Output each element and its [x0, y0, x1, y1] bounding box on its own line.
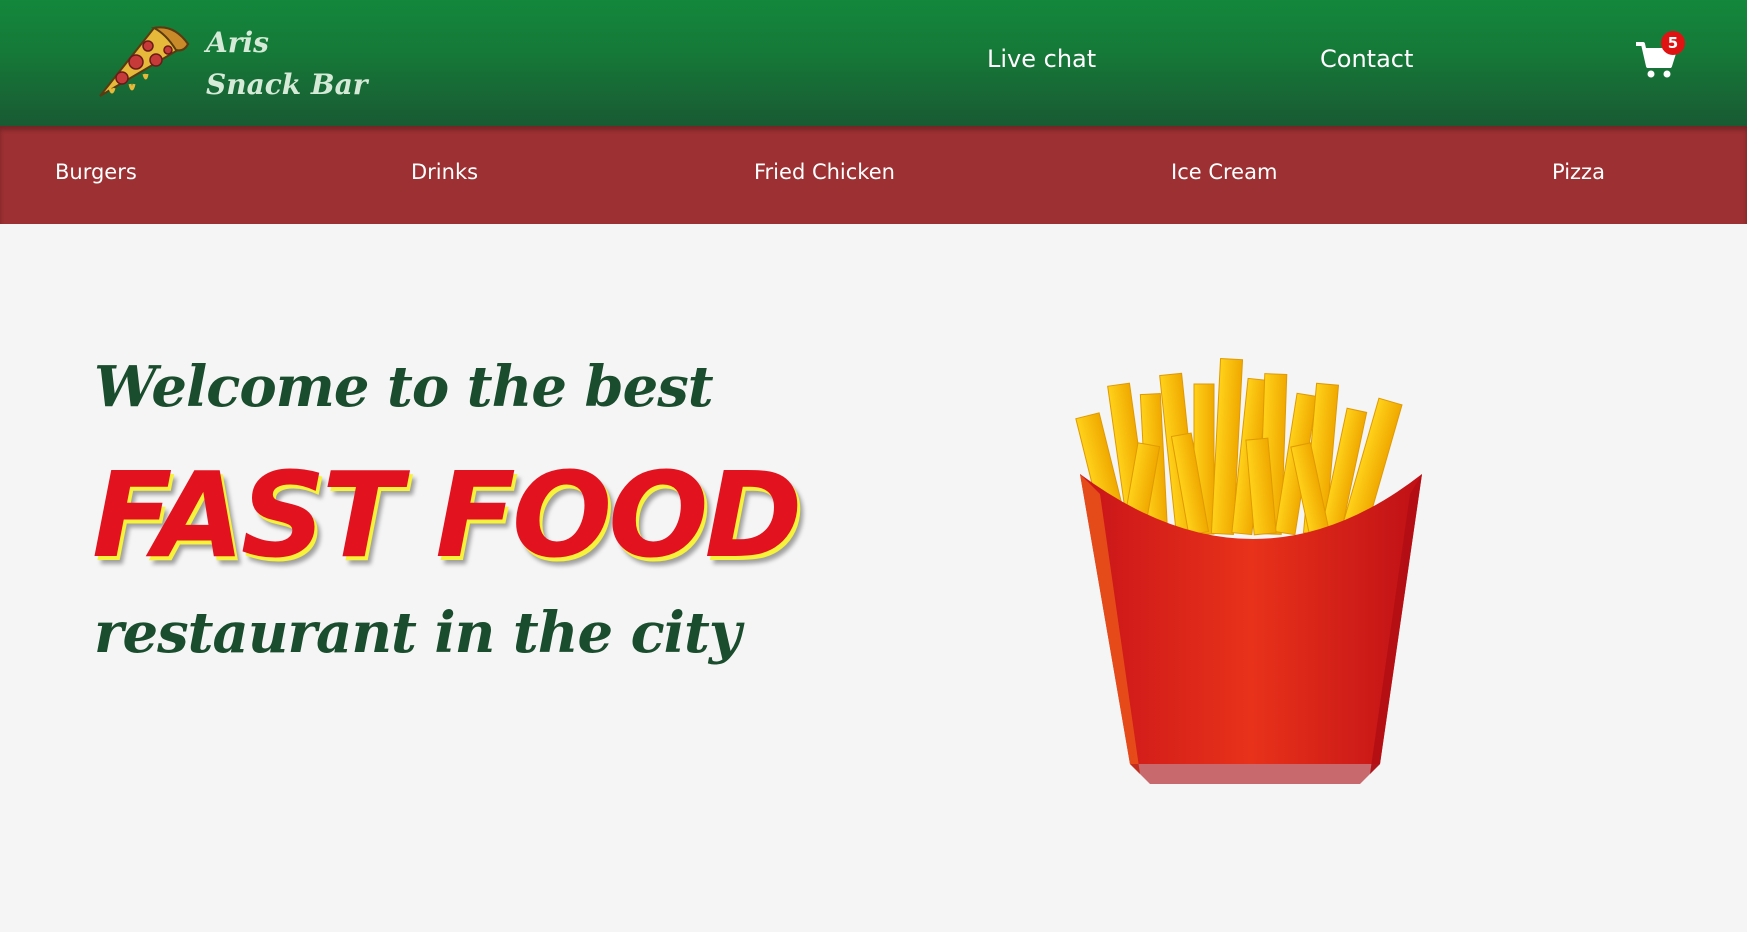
- hero-section: Welcome to the best FAST FOOD restaurant…: [0, 224, 1747, 932]
- category-burgers[interactable]: Burgers: [55, 160, 137, 184]
- nav-live-chat[interactable]: Live chat: [987, 45, 1096, 73]
- brand-name-line1: Aris: [206, 26, 269, 59]
- french-fries-illustration: [1075, 358, 1422, 784]
- hero-highlight-text: FAST FOOD: [92, 446, 802, 584]
- site-header: Aris Snack Bar Live chat Contact 5: [0, 0, 1747, 126]
- pizza-slice-icon: [99, 26, 190, 97]
- category-pizza[interactable]: Pizza: [1552, 160, 1605, 184]
- hero-subtitle-text: restaurant in the city: [94, 600, 741, 666]
- cart-count-badge: 5: [1661, 31, 1685, 55]
- category-fried-chicken[interactable]: Fried Chicken: [754, 160, 895, 184]
- brand-logo[interactable]: Aris Snack Bar: [96, 20, 396, 106]
- category-nav: Burgers Drinks Fried Chicken Ice Cream P…: [0, 126, 1747, 224]
- category-ice-cream[interactable]: Ice Cream: [1171, 160, 1277, 184]
- nav-contact[interactable]: Contact: [1320, 45, 1413, 73]
- category-drinks[interactable]: Drinks: [411, 160, 478, 184]
- brand-name: Aris Snack Bar: [206, 22, 367, 106]
- hero-welcome-text: Welcome to the best: [94, 354, 714, 420]
- brand-name-line2: Snack Bar: [206, 68, 368, 101]
